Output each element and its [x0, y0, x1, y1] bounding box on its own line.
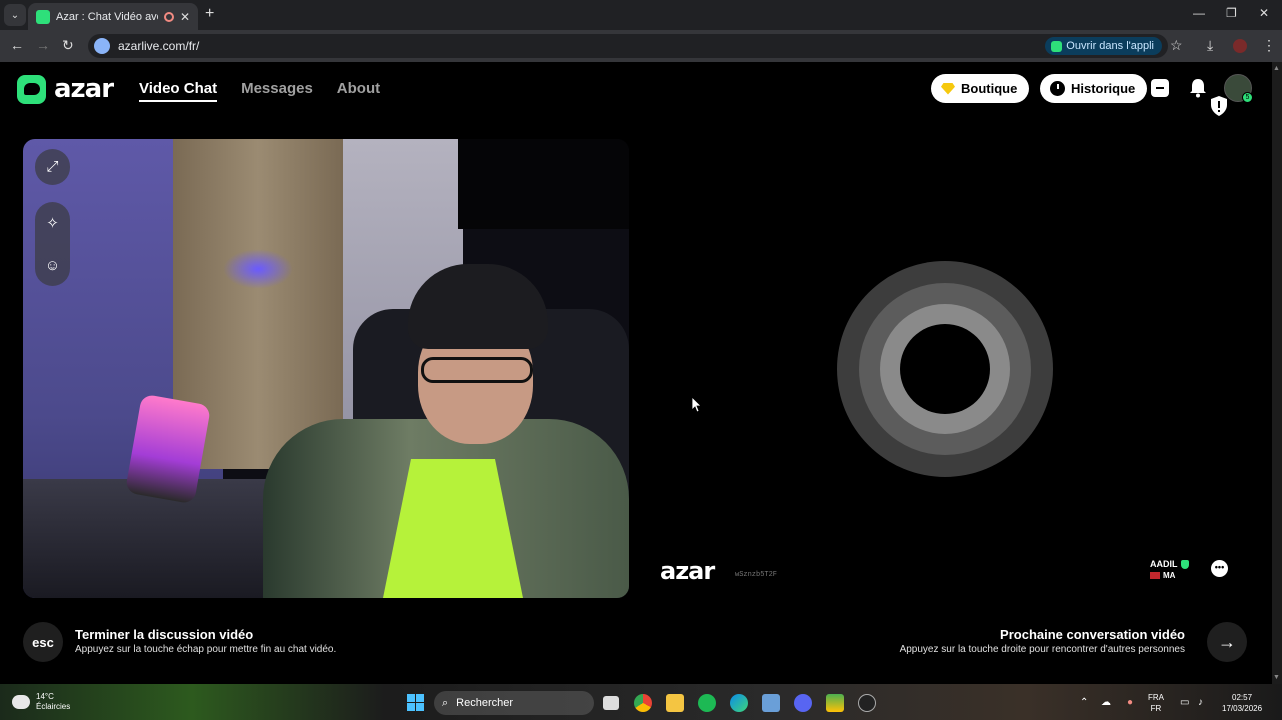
keyboard-layout: FR [1150, 704, 1162, 713]
expand-video-icon[interactable]: ⤢ [35, 149, 70, 184]
next-chat-button[interactable]: → [1207, 622, 1247, 662]
tab-search-button[interactable]: ⌄ [4, 4, 26, 26]
inbox-icon[interactable] [1151, 79, 1169, 97]
download-icon[interactable]: ⤓ [1207, 37, 1213, 54]
scroll-down-icon[interactable]: ▼ [1273, 674, 1280, 681]
scroll-up-icon[interactable]: ▲ [1273, 65, 1280, 72]
peer-name: AADIL [1150, 559, 1178, 569]
language-code: FRA [1148, 693, 1164, 702]
magic-wand-icon[interactable]: ✧ [35, 206, 70, 241]
browser-menu-icon[interactable]: ⋮ [1262, 37, 1276, 54]
tab-close-icon[interactable]: ✕ [180, 10, 190, 24]
local-video-feed [23, 139, 629, 598]
temperature: 14°C [36, 692, 54, 701]
peer-info[interactable]: AADIL MA [1150, 559, 1189, 580]
nav-messages[interactable]: Messages [241, 80, 313, 102]
boutique-button[interactable]: Boutique [931, 74, 1030, 103]
morocco-flag-icon [1150, 572, 1160, 579]
azar-page: azar Video Chat Messages About Boutique … [0, 62, 1272, 684]
discord-icon[interactable] [794, 694, 812, 712]
mouse-cursor-icon [692, 397, 702, 413]
windows-start-icon[interactable] [407, 694, 424, 711]
nav-video-chat[interactable]: Video Chat [139, 80, 218, 102]
time: 02:57 [1232, 693, 1253, 702]
new-tab-button[interactable]: + [205, 5, 214, 23]
bookmark-star-icon[interactable]: ☆ [1170, 37, 1183, 54]
taskbar-search[interactable]: ⌕ Rechercher [434, 691, 594, 715]
task-view-icon[interactable] [603, 696, 619, 710]
connecting-spinner [837, 261, 1053, 477]
azar-logo-icon [17, 74, 46, 104]
bluestacks-icon[interactable] [826, 694, 844, 712]
cloud-sun-icon [12, 695, 30, 709]
tray-chevron-icon[interactable]: ⌃ [1080, 697, 1088, 708]
clock[interactable]: 02:57 17/03/2026 [1222, 692, 1262, 714]
weather-condition: Éclaircies [36, 702, 71, 711]
site-info-icon[interactable] [94, 38, 110, 54]
main-nav: Video Chat Messages About [139, 80, 380, 102]
page-scrollbar[interactable]: ▲ ▼ [1272, 62, 1282, 684]
chrome-icon[interactable] [634, 694, 652, 712]
obs-icon[interactable] [858, 694, 876, 712]
store-icon[interactable] [762, 694, 780, 712]
historique-label: Historique [1071, 81, 1136, 96]
open-in-app-button[interactable]: Ouvrir dans l'appli [1045, 37, 1162, 55]
azar-favicon-icon [36, 9, 50, 24]
volume-icon[interactable]: ♪ [1198, 697, 1203, 708]
tab-title: Azar : Chat Vidéo avec de n [56, 10, 158, 23]
end-chat-hint: Appuyez sur la touche échap pour mettre … [75, 644, 337, 655]
user-avatar[interactable]: 5 [1224, 74, 1253, 103]
historique-button[interactable]: Historique [1040, 74, 1148, 103]
verified-shield-icon [1180, 559, 1189, 569]
next-chat-title: Prochaine conversation vidéo [1000, 627, 1185, 642]
avatar-level-badge: 5 [1242, 92, 1253, 103]
gem-icon [941, 82, 955, 95]
edge-icon[interactable] [730, 694, 748, 712]
logo-text: azar [54, 74, 114, 104]
back-icon[interactable]: ← [10, 37, 24, 53]
minimize-button[interactable]: — [1193, 6, 1205, 20]
reload-icon[interactable]: ↻ [62, 37, 74, 54]
next-chat-hint: Appuyez sur la touche droite pour rencon… [899, 644, 1185, 655]
remote-watermark-logo: azar [660, 557, 715, 585]
face-filter-icon[interactable]: ☺ [35, 248, 70, 283]
nav-about[interactable]: About [337, 80, 380, 102]
weather-widget[interactable]: 14°C Éclaircies [12, 692, 70, 712]
profile-icon[interactable] [1233, 39, 1247, 53]
restore-button[interactable]: ❐ [1226, 6, 1237, 20]
microphone-icon[interactable]: ● [1127, 697, 1133, 708]
boutique-label: Boutique [961, 81, 1018, 96]
peer-country: MA [1163, 571, 1176, 580]
azar-app-icon [1051, 40, 1063, 52]
effects-toolbar: ✧ ☺ [35, 202, 70, 286]
recording-icon [163, 11, 174, 22]
history-clock-icon [1050, 81, 1065, 96]
end-chat-button[interactable]: esc [23, 622, 63, 662]
file-explorer-icon[interactable] [666, 694, 684, 712]
chat-bubble-icon[interactable]: ••• [1211, 560, 1228, 577]
remote-watermark-id: wSznzb5T2F [735, 571, 778, 579]
notification-bell-icon[interactable] [1189, 78, 1207, 98]
date: 17/03/2026 [1222, 704, 1263, 713]
language-indicator[interactable]: FRA FR [1148, 692, 1164, 714]
open-in-app-label: Ouvrir dans l'appli [1066, 40, 1154, 52]
end-chat-title: Terminer la discussion vidéo [75, 627, 254, 642]
forward-icon[interactable]: → [36, 37, 50, 53]
browser-tab[interactable]: Azar : Chat Vidéo avec de n ✕ [28, 3, 198, 30]
window-close-button[interactable]: ✕ [1259, 6, 1269, 20]
url-field[interactable]: azarlive.com/fr/ [88, 34, 1168, 58]
url-text: azarlive.com/fr/ [118, 39, 200, 53]
network-icon[interactable]: ▭ [1180, 697, 1189, 708]
report-shield-icon[interactable] [1210, 96, 1228, 116]
taskbar-search-placeholder: Rechercher [456, 697, 514, 709]
azar-logo[interactable]: azar [17, 74, 114, 104]
expand-toolbar: ⤢ [35, 149, 70, 185]
onedrive-icon[interactable]: ☁ [1101, 697, 1111, 708]
spotify-icon[interactable] [698, 694, 716, 712]
search-icon: ⌕ [442, 696, 449, 709]
